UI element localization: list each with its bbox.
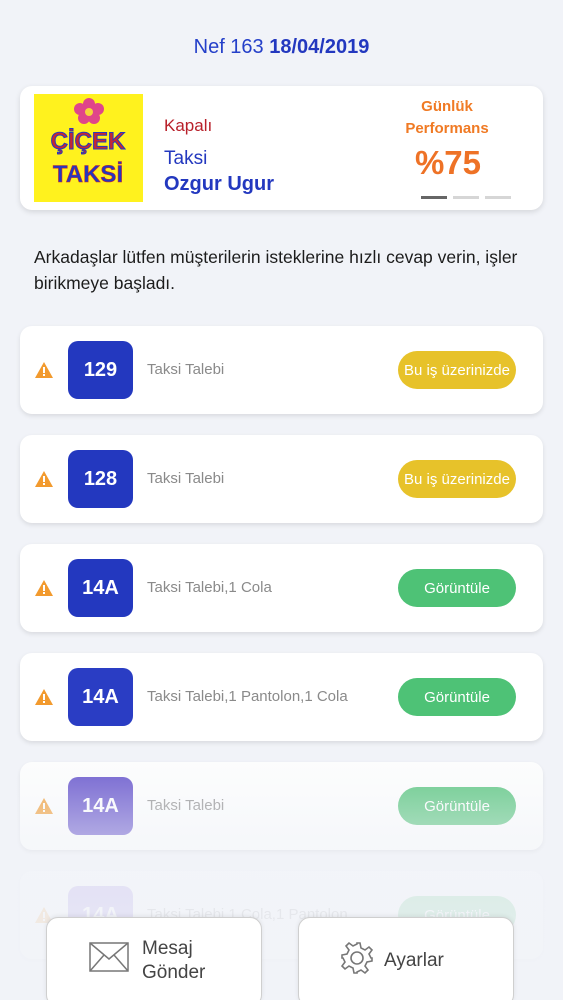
view-button[interactable]: Görüntüle: [398, 787, 516, 825]
request-list: 129 Taksi Talebi Bu iş üzerinizde 128 Taksi …: [20, 326, 543, 980]
svg-text:ÇİÇEK: ÇİÇEK: [51, 128, 126, 155]
request-number-badge: 14A: [68, 668, 133, 726]
page-indicator[interactable]: [421, 196, 511, 199]
settings-button[interactable]: Ayarlar: [298, 917, 514, 1000]
settings-label: Ayarlar: [384, 950, 444, 971]
request-number-badge: 128: [68, 450, 133, 508]
driver-status: Kapalı: [164, 116, 213, 135]
envelope-icon: [89, 942, 129, 977]
request-description: Taksi Talebi: [147, 797, 225, 814]
gear-icon: [339, 940, 375, 981]
request-description: Taksi Talebi,1 Pantolon,1 Cola: [147, 688, 348, 705]
warning-triangle-icon: [35, 362, 53, 383]
warning-triangle-icon: [35, 798, 53, 819]
request-description: Taksi Talebi: [147, 470, 225, 487]
request-row[interactable]: 14A Taksi Talebi,1 Cola Görüntüle: [20, 544, 543, 632]
page-dot-3[interactable]: [485, 196, 511, 199]
performance-label: Günlük Performans: [405, 98, 489, 137]
view-button[interactable]: Görüntüle: [398, 569, 516, 607]
warning-triangle-icon: [35, 471, 53, 492]
company-logo: ÇİÇEK TAKSİ: [34, 94, 143, 202]
page-dot-1[interactable]: [421, 196, 447, 199]
page-dot-2[interactable]: [453, 196, 479, 199]
profile-card[interactable]: ÇİÇEK TAKSİ Kapalı Taksi Ozgur Ugur Günl…: [20, 86, 543, 210]
request-row[interactable]: 128 Taksi Talebi Bu iş üzerinizde: [20, 435, 543, 523]
svg-text:TAKSİ: TAKSİ: [53, 161, 123, 188]
performance-value: %75: [414, 144, 482, 181]
page-header: Nef 163 18/04/2019: [0, 36, 563, 59]
send-message-button[interactable]: Mesaj Gönder: [46, 917, 262, 1000]
send-message-label: Mesaj Gönder: [142, 938, 206, 983]
request-number-badge: 14A: [68, 777, 133, 835]
announcement-text: Arkadaşlar lütfen müşterilerin istekleri…: [34, 247, 518, 293]
header-prefix: Nef 163: [193, 36, 264, 58]
driver-name: Ozgur Ugur: [164, 173, 274, 195]
request-row[interactable]: 14A Taksi Talebi Görüntüle: [20, 762, 543, 850]
request-description: Taksi Talebi: [147, 361, 225, 378]
view-button[interactable]: Görüntüle: [398, 678, 516, 716]
request-number-badge: 14A: [68, 559, 133, 617]
request-row[interactable]: 14A Taksi Talebi,1 Pantolon,1 Cola Görüntü…: [20, 653, 543, 741]
request-row[interactable]: 129 Taksi Talebi Bu iş üzerinizde: [20, 326, 543, 414]
request-number-badge: 129: [68, 341, 133, 399]
warning-triangle-icon: [35, 580, 53, 601]
request-description: Taksi Talebi,1 Cola: [147, 579, 272, 596]
vehicle-category: Taksi: [164, 148, 208, 169]
assigned-button[interactable]: Bu iş üzerinizde: [398, 460, 516, 498]
assigned-button[interactable]: Bu iş üzerinizde: [398, 351, 516, 389]
warning-triangle-icon: [35, 689, 53, 710]
header-date: 18/04/2019: [269, 36, 370, 58]
